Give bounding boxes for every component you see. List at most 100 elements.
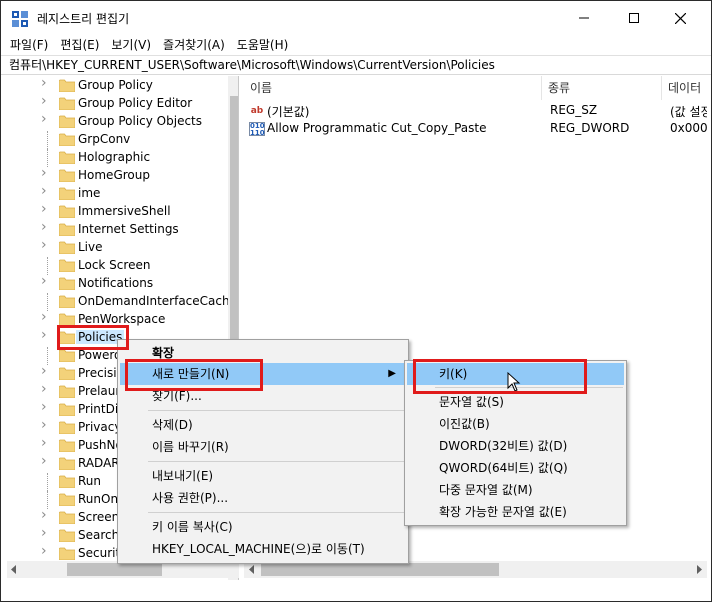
value-data: 0x000: [670, 121, 707, 135]
expand-chevron-icon[interactable]: ›: [41, 94, 53, 108]
folder-icon: [59, 349, 75, 362]
tree-item[interactable]: › HomeGroup: [7, 166, 238, 185]
folder-icon: [59, 187, 75, 200]
menu-item-permissions[interactable]: 사용 권한(P)...: [120, 487, 406, 509]
folder-icon: [59, 511, 75, 524]
menu-separator: [148, 410, 406, 411]
tree-connector-line: [47, 257, 48, 275]
expand-chevron-icon[interactable]: ›: [41, 508, 53, 522]
expand-chevron-icon[interactable]: ›: [41, 418, 53, 432]
expand-chevron-icon[interactable]: ›: [41, 544, 53, 558]
maximize-icon: [629, 13, 639, 23]
submenu-item-qword[interactable]: QWORD(64비트) 값(Q): [407, 457, 624, 479]
string-value-icon: ab: [250, 106, 264, 116]
expand-chevron-icon[interactable]: ›: [41, 76, 53, 90]
tree-item-label: Holographic: [78, 150, 151, 164]
menu-item-copy-key-name[interactable]: 키 이름 복사(C): [120, 516, 406, 538]
menu-separator: [148, 512, 406, 513]
expand-chevron-icon[interactable]: ›: [41, 238, 53, 252]
expand-chevron-icon[interactable]: ›: [41, 328, 53, 342]
folder-icon: [59, 295, 75, 308]
list-hscroll-thumb[interactable]: [261, 563, 499, 576]
tree-item[interactable]: GrpConv: [7, 131, 238, 149]
submenu-item-string[interactable]: 문자열 값(S): [407, 391, 624, 413]
expand-chevron-icon[interactable]: ›: [41, 382, 53, 396]
tree-item-label: Live: [78, 240, 103, 254]
maximize-button[interactable]: [611, 1, 657, 35]
minimize-button[interactable]: [561, 1, 607, 35]
folder-icon: [59, 133, 75, 146]
menu-item-rename[interactable]: 이름 바꾸기(R): [120, 436, 406, 458]
expand-chevron-icon[interactable]: ›: [41, 202, 53, 216]
folder-icon: [59, 169, 75, 182]
expand-chevron-icon[interactable]: ›: [41, 184, 53, 198]
value-name: Allow Programmatic Cut_Copy_Paste: [267, 121, 487, 135]
address-bar[interactable]: 컴퓨터\HKEY_CURRENT_USER\Software\Microsoft…: [1, 55, 711, 75]
expand-chevron-icon[interactable]: ›: [41, 112, 53, 126]
expand-chevron-icon[interactable]: ›: [41, 364, 53, 378]
window-title: 레지스트리 편집기: [37, 12, 130, 26]
column-header-type[interactable]: 종류: [542, 76, 662, 100]
folder-icon: [59, 493, 75, 506]
tree-item-label: RADAR: [78, 456, 120, 470]
tree-item[interactable]: › Live: [7, 238, 238, 257]
value-row[interactable]: ab (기본값) REG_SZ (값 설정: [244, 102, 707, 120]
close-button[interactable]: [657, 1, 703, 35]
close-icon: [674, 12, 686, 24]
scroll-left-icon[interactable]: [248, 565, 256, 574]
scroll-right-icon[interactable]: [695, 565, 703, 574]
menu-help[interactable]: 도움말(H): [231, 35, 295, 55]
tree-hscroll-thumb[interactable]: [67, 563, 162, 576]
tree-item[interactable]: › Group Policy Editor: [7, 94, 238, 113]
tree-item-label: Run: [78, 474, 102, 488]
menu-item-export[interactable]: 내보내기(E): [120, 465, 406, 487]
expand-chevron-icon[interactable]: ›: [41, 454, 53, 468]
submenu-item-dword[interactable]: DWORD(32비트) 값(D): [407, 435, 624, 457]
tree-item[interactable]: › ImmersiveShell: [7, 202, 238, 221]
menu-favorites[interactable]: 즐겨찾기(A): [157, 35, 231, 55]
folder-icon: [59, 259, 75, 272]
folder-icon: [59, 439, 75, 452]
column-header-name[interactable]: 이름: [244, 76, 542, 100]
expand-chevron-icon[interactable]: ›: [41, 220, 53, 234]
tree-item-label: Internet Settings: [78, 222, 179, 236]
menu-file[interactable]: 파일(F): [1, 35, 54, 55]
tree-item-label: GrpConv: [78, 132, 131, 146]
tree-item[interactable]: › Group Policy Objects: [7, 112, 238, 131]
folder-icon: [59, 205, 75, 218]
folder-icon: [59, 547, 75, 560]
menu-item-goto-hklm[interactable]: HKEY_LOCAL_MACHINE(으)로 이동(T): [120, 538, 406, 560]
tree-connector-line: [47, 131, 48, 149]
tree-connector-line: [47, 491, 48, 509]
tree-item[interactable]: › ime: [7, 184, 238, 203]
tree-item-label: Powero: [78, 348, 122, 362]
tree-item[interactable]: › Notifications: [7, 274, 238, 293]
menu-item-delete[interactable]: 삭제(D): [120, 414, 406, 436]
scroll-left-icon[interactable]: [10, 565, 18, 574]
expand-chevron-icon[interactable]: ›: [41, 310, 53, 324]
menu-edit[interactable]: 편집(E): [54, 35, 105, 55]
expand-chevron-icon[interactable]: ›: [41, 436, 53, 450]
submenu-item-multi-string[interactable]: 다중 문자열 값(M): [407, 479, 624, 501]
column-header-data[interactable]: 데이터: [662, 76, 707, 100]
tree-item[interactable]: › Group Policy: [7, 76, 238, 95]
tree-item[interactable]: Holographic: [7, 149, 238, 167]
dword-value-icon: 010 110: [249, 122, 265, 137]
submenu-item-binary[interactable]: 이진값(B): [407, 413, 624, 435]
folder-icon: [59, 475, 75, 488]
tree-item[interactable]: › Internet Settings: [7, 220, 238, 239]
value-type: REG_SZ: [550, 103, 598, 117]
value-data: (값 설정: [670, 105, 707, 119]
folder-icon: [59, 115, 75, 128]
expand-chevron-icon[interactable]: ›: [41, 526, 53, 540]
menu-separator: [148, 461, 406, 462]
submenu-item-expand-string[interactable]: 확장 가능한 문자열 값(E): [407, 501, 624, 523]
tree-item[interactable]: OnDemandInterfaceCache: [7, 293, 238, 311]
tree-item[interactable]: Lock Screen: [7, 257, 238, 275]
expand-chevron-icon[interactable]: ›: [41, 166, 53, 180]
menu-view[interactable]: 보기(V): [105, 35, 157, 55]
value-type: REG_DWORD: [550, 121, 630, 135]
expand-chevron-icon[interactable]: ›: [41, 274, 53, 288]
expand-chevron-icon[interactable]: ›: [41, 400, 53, 414]
value-row[interactable]: 010 110 Allow Programmatic Cut_Copy_Paste…: [244, 120, 707, 138]
